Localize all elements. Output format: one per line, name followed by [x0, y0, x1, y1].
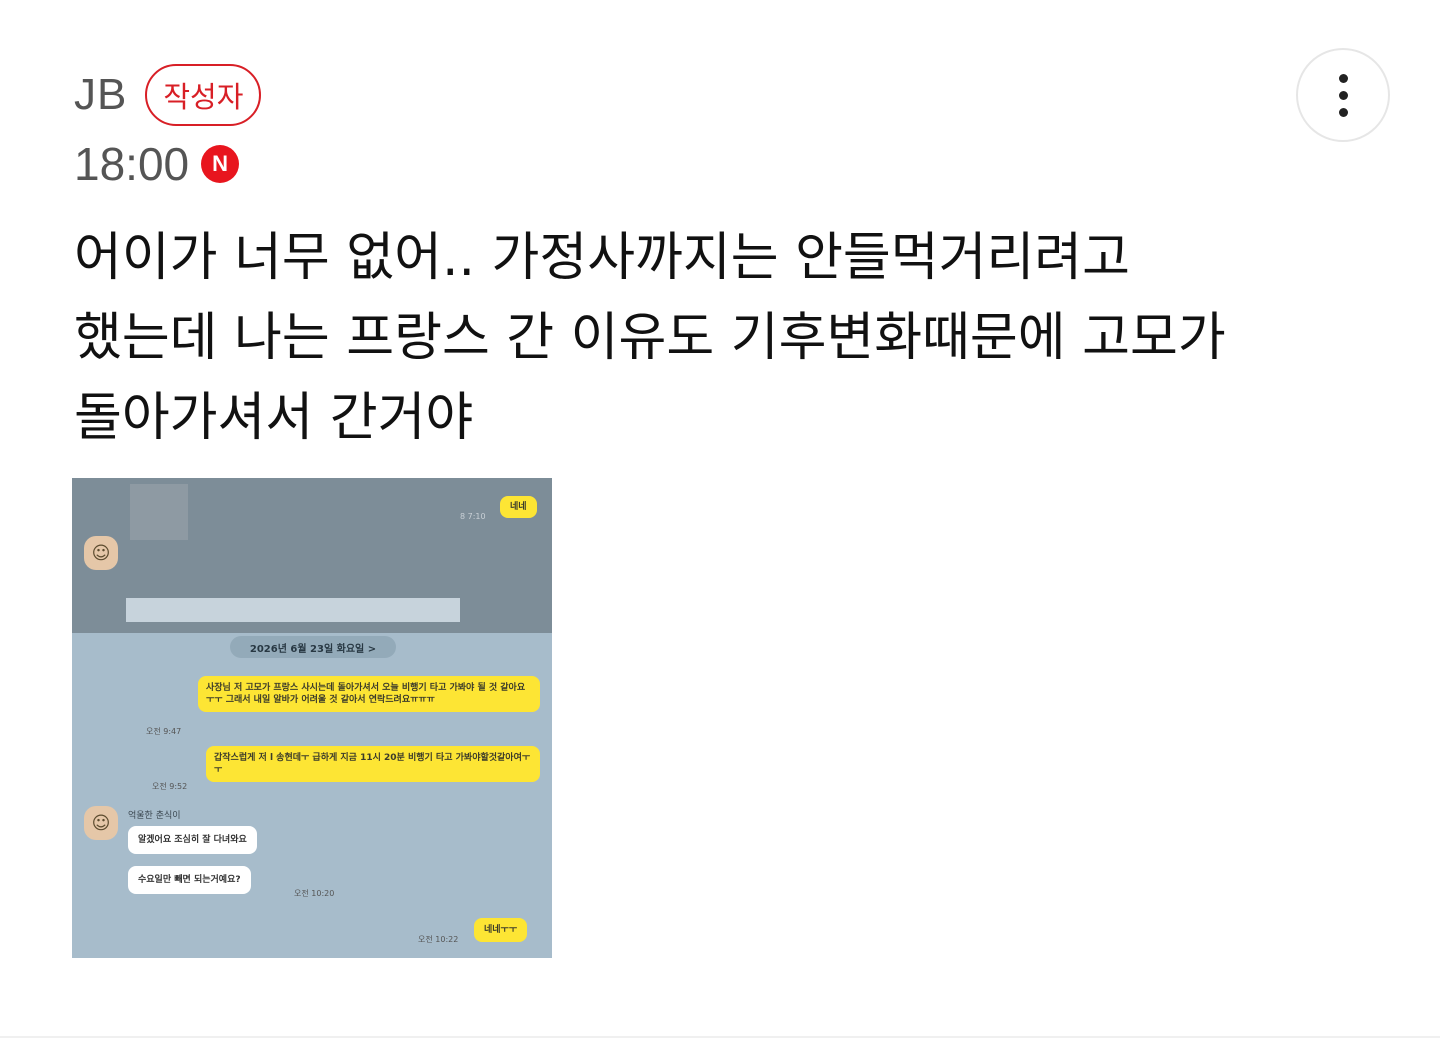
profile-avatar-icon: ☺ — [84, 806, 118, 840]
chat-bubble-sent: 네네 — [500, 496, 537, 518]
more-vertical-icon-dot — [1338, 107, 1348, 117]
chat-timestamp: 8 7:10 — [460, 512, 486, 521]
attached-chat-screenshot[interactable]: ☺ 네네 8 7:10 2026년 6월 23일 화요일 > 사장님 저 고모가… — [72, 478, 552, 958]
chat-bubble-received: 알겠어요 조심히 잘 다녀와요 — [128, 826, 257, 854]
blurred-region — [130, 484, 188, 540]
chat-bubble-sent: 네네ㅜㅜ — [474, 918, 528, 942]
chat-bubble-sent: 갑작스럽게 저 l 송현데ㅜ 급하게 지금 11시 20분 비행기 타고 가봐야… — [206, 746, 540, 782]
chat-date-pill: 2026년 6월 23일 화요일 > — [230, 636, 396, 658]
more-vertical-icon-dot — [1338, 90, 1348, 100]
divider — [0, 1036, 1440, 1038]
post-line: 돌아가셔서 간거야 — [74, 388, 474, 448]
time-row: 18:00 N — [74, 136, 261, 192]
chat-timestamp: 오전 9:47 — [146, 727, 182, 736]
new-badge-icon: N — [201, 145, 240, 183]
more-options-button[interactable] — [1296, 48, 1390, 142]
chat-sender-name: 억울한 춘식이 — [128, 811, 181, 821]
profile-avatar-icon: ☺ — [84, 536, 118, 570]
post-line: 했는데 나는 프랑스 간 이유도 기후변화때문에 고모가 — [74, 308, 1226, 368]
author-badge: 작성자 — [145, 64, 262, 126]
chat-bubble-received: 수요일만 빼면 되는거예요? — [128, 866, 251, 894]
chat-timestamp: 오전 10:22 — [418, 935, 459, 944]
blurred-region — [126, 598, 460, 622]
more-vertical-icon — [1338, 73, 1348, 83]
post-time: 18:00 — [74, 138, 190, 190]
chat-bubble-sent: 사장님 저 고모가 프랑스 사시는데 돌아가셔서 오늘 비행기 타고 가봐야 될… — [198, 676, 540, 712]
post-line: 어이가 너무 없어.. 가정사까지는 안들먹거리려고 — [74, 228, 1130, 288]
author-row: JB 작성자 — [74, 62, 262, 128]
post-body: 어이가 너무 없어.. 가정사까지는 안들먹거리려고 했는데 나는 프랑스 간 … — [74, 218, 1334, 458]
post-header: JB 작성자 18:00 N — [74, 62, 262, 192]
author-name[interactable]: JB — [74, 70, 127, 120]
chat-timestamp: 오전 9:52 — [152, 782, 188, 791]
chat-timestamp: 오전 10:20 — [294, 889, 335, 898]
